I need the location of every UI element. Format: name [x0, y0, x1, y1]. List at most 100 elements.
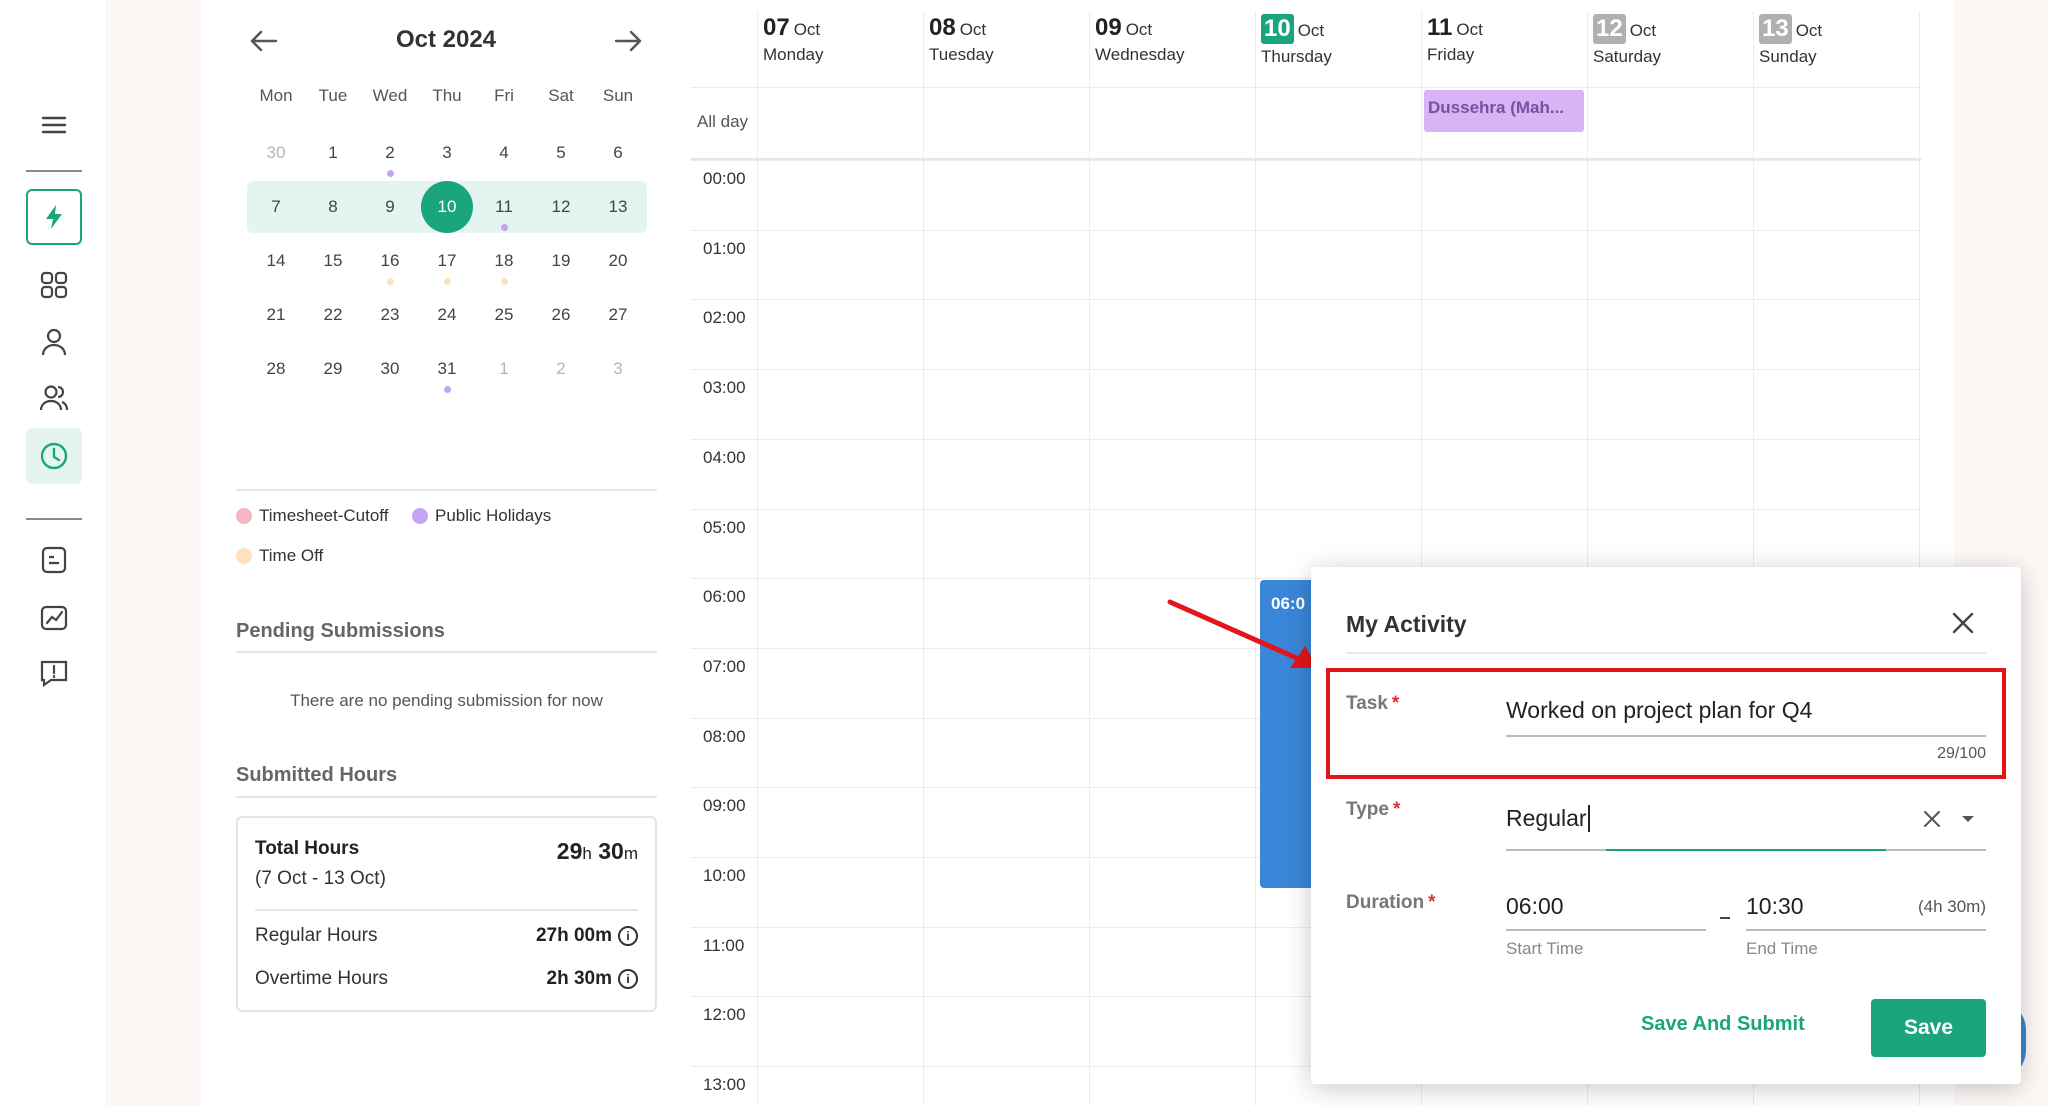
calendar-day-number: 7 [271, 197, 281, 216]
day-header[interactable]: 13 Oct Sunday [1759, 14, 1822, 67]
lightning-icon[interactable] [26, 189, 82, 245]
calendar-day-number: 9 [385, 197, 395, 216]
calendar-day[interactable]: 20 [590, 241, 646, 281]
feedback-icon[interactable] [26, 645, 82, 701]
calendar-day[interactable]: 30 [362, 349, 418, 389]
holiday-event-chip[interactable]: Dussehra (Mah... [1424, 90, 1584, 132]
calendar-day-number: 14 [266, 251, 286, 270]
calendar-day[interactable]: 3 [419, 133, 475, 173]
calendar-day[interactable]: 10 [419, 187, 475, 227]
day-header[interactable]: 09 Oct Wednesday [1095, 14, 1184, 65]
calendar-day[interactable]: 2 [533, 349, 589, 389]
calendar-day[interactable]: 12 [533, 187, 589, 227]
type-select-input[interactable]: Regular [1506, 805, 1590, 832]
calendar-day[interactable]: 24 [419, 295, 475, 335]
clock-icon[interactable] [26, 428, 82, 484]
calendar-day[interactable]: 31 [419, 349, 475, 393]
type-label-text: Type [1346, 799, 1389, 820]
regular-hours-text: 27h 00m [535, 925, 612, 946]
calendar-day[interactable]: 26 [533, 295, 589, 335]
task-input[interactable]: Worked on project plan for Q4 [1506, 697, 1812, 724]
time-label: 00:00 [703, 169, 746, 188]
start-time-input[interactable]: 06:00 [1506, 893, 1564, 920]
calendar-day[interactable]: 2 [362, 133, 418, 177]
calendar-day[interactable]: 30 [248, 133, 304, 173]
calendar-day[interactable]: 1 [476, 349, 532, 389]
note-icon[interactable] [26, 532, 82, 588]
calendar-day-number: 1 [499, 359, 509, 378]
day-header[interactable]: 07 Oct Monday [763, 14, 823, 65]
save-and-submit-button[interactable]: Save And Submit [1641, 1013, 1805, 1036]
total-hours-h: 29 [556, 838, 583, 864]
legend-timesheet-cutoff: Timesheet-Cutoff [236, 506, 388, 526]
end-time-input[interactable]: 10:30 [1746, 893, 1804, 920]
calendar-day[interactable]: 4 [476, 133, 532, 173]
calendar-day[interactable]: 19 [533, 241, 589, 281]
time-label: 06:00 [703, 587, 746, 606]
calendar-day[interactable]: 3 [590, 349, 646, 389]
users-icon[interactable] [26, 370, 82, 426]
time-label: 01:00 [703, 239, 746, 258]
total-hours-m: 30 [598, 838, 624, 864]
submitted-divider [236, 796, 657, 798]
hour-line [691, 299, 1921, 300]
day-header-date: 13 Oct [1759, 14, 1822, 44]
calendar-day[interactable]: 13 [590, 187, 646, 227]
info-icon[interactable]: i [618, 969, 638, 989]
calendar-day[interactable]: 6 [590, 133, 646, 173]
day-month: Oct [1795, 21, 1823, 40]
close-icon[interactable] [1947, 607, 1979, 639]
regular-hours-label: Regular Hours [255, 925, 378, 946]
calendar-day[interactable]: 23 [362, 295, 418, 335]
calendar-day[interactable]: 15 [305, 241, 361, 281]
calendar-day[interactable]: 16 [362, 241, 418, 285]
calendar-day[interactable]: 11 [476, 187, 532, 231]
calendar-day-number: 6 [613, 143, 623, 162]
total-hours-range: (7 Oct - 13 Oct) [255, 868, 386, 889]
calendar-day[interactable]: 7 [248, 187, 304, 227]
day-header-date: 10 Oct [1261, 14, 1332, 44]
calendar-day[interactable]: 22 [305, 295, 361, 335]
calendar-day[interactable]: 25 [476, 295, 532, 335]
day-header[interactable]: 12 Oct Saturday [1593, 14, 1661, 67]
modal-header-divider [1346, 652, 1986, 654]
day-weekday: Wednesday [1095, 45, 1185, 64]
day-header[interactable]: 08 Oct Tuesday [929, 14, 994, 65]
modal-title: My Activity [1346, 611, 1467, 637]
day-month: Oct [1297, 21, 1325, 40]
calendar-day[interactable]: 18 [476, 241, 532, 285]
calendar-day[interactable]: 27 [590, 295, 646, 335]
start-time-caption: Start Time [1506, 939, 1584, 958]
next-month-arrow-icon[interactable] [611, 24, 645, 58]
chevron-down-icon[interactable] [1956, 807, 1980, 831]
calendar-day-number: 4 [499, 143, 509, 162]
day-number: 08 [929, 14, 956, 41]
menu-icon[interactable] [26, 97, 82, 153]
calendar-day[interactable]: 21 [248, 295, 304, 335]
calendar-day-dot [387, 170, 394, 177]
grid-icon[interactable] [26, 257, 82, 313]
calendar-day-number: 5 [556, 143, 566, 162]
mini-calendar-header: Oct 2024 [201, 20, 671, 60]
calendar-day[interactable]: 5 [533, 133, 589, 173]
day-header[interactable]: 11 Oct Friday [1427, 14, 1483, 65]
calendar-day-number: 20 [608, 251, 628, 270]
user-icon[interactable] [26, 314, 82, 370]
calendar-day[interactable]: 8 [305, 187, 361, 227]
calendar-day[interactable]: 29 [305, 349, 361, 389]
time-label: 07:00 [703, 657, 746, 676]
calendar-day[interactable]: 14 [248, 241, 304, 281]
day-header[interactable]: 10 Oct Thursday [1261, 14, 1332, 67]
calendar-day-number: 16 [380, 251, 400, 270]
info-icon[interactable]: i [618, 926, 638, 946]
weekday-label: Thu [432, 86, 462, 105]
clear-icon[interactable] [1920, 807, 1944, 831]
chart-icon[interactable] [26, 589, 82, 645]
calendar-day[interactable]: 9 [362, 187, 418, 227]
save-button[interactable]: Save [1871, 999, 1986, 1057]
calendar-day[interactable]: 28 [248, 349, 304, 389]
calendar-day[interactable]: 1 [305, 133, 361, 173]
calendar-day[interactable]: 17 [419, 241, 475, 285]
left-rail [0, 0, 108, 1106]
time-label: 11:00 [703, 936, 745, 955]
